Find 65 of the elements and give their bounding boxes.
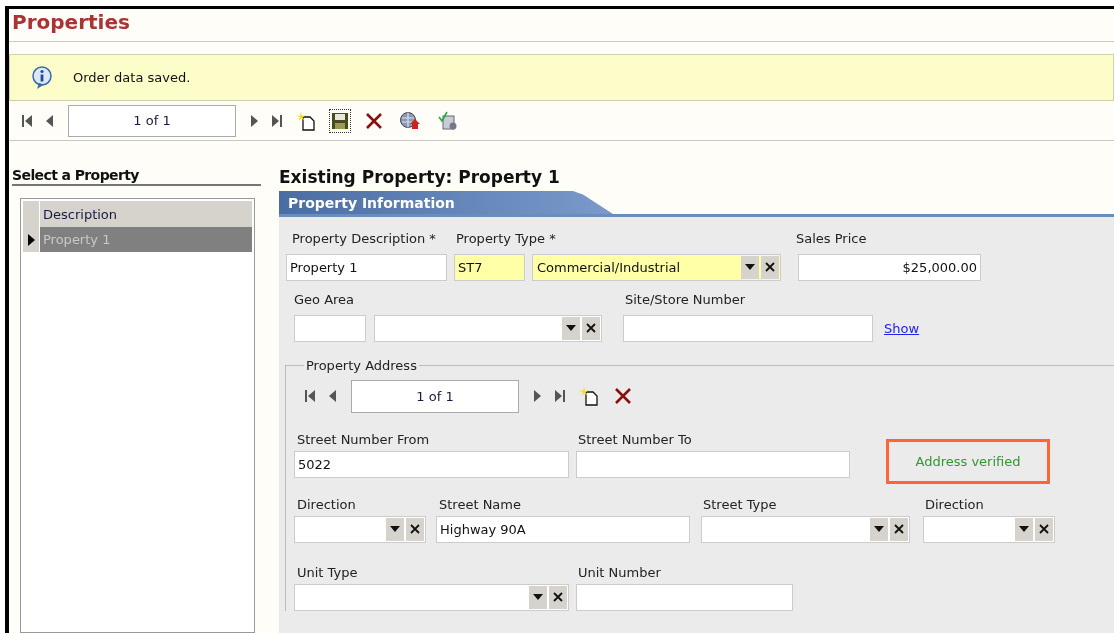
- clear-icon: [410, 524, 420, 534]
- detail-heading: Existing Property: Property 1: [279, 167, 561, 189]
- field-label: Geo Area: [294, 292, 356, 307]
- dropdown-button[interactable]: [1015, 517, 1033, 541]
- street-number-to-field[interactable]: [576, 450, 850, 478]
- caret-icon: [533, 594, 543, 600]
- show-link[interactable]: Show: [884, 320, 920, 336]
- field-label: Sales Price: [796, 231, 867, 246]
- clear-button[interactable]: [890, 517, 908, 541]
- dropdown-button[interactable]: [741, 255, 759, 279]
- type-code-field[interactable]: ST7: [454, 253, 525, 281]
- clear-button[interactable]: [582, 316, 600, 340]
- field-label: Unit Number: [578, 565, 661, 580]
- record-position-field[interactable]: 1 of 1: [68, 104, 236, 137]
- group-legend: Property Address: [304, 358, 419, 373]
- clear-icon: [553, 592, 563, 602]
- field-label: Direction: [297, 497, 357, 512]
- save-button[interactable]: [330, 109, 350, 132]
- current-row-icon: [27, 233, 35, 246]
- clear-button[interactable]: [1035, 517, 1053, 541]
- field-label: Site/Store Number: [625, 292, 746, 307]
- caret-icon: [874, 526, 884, 532]
- description-field[interactable]: Property 1: [286, 253, 447, 281]
- message-text: Order data saved.: [73, 70, 191, 85]
- sales-price-field[interactable]: $25,000.00: [798, 253, 981, 281]
- field-label: Property Description *: [292, 231, 437, 246]
- panel-title: Select a Property: [12, 167, 261, 186]
- clear-icon: [894, 524, 904, 534]
- unit-number-field[interactable]: [576, 583, 793, 611]
- grid-corner: [23, 201, 40, 227]
- clear-icon: [586, 323, 596, 333]
- dropdown-button[interactable]: [386, 517, 404, 541]
- field-label: Unit Type: [297, 565, 359, 580]
- street-number-from-field[interactable]: 5022: [294, 450, 569, 478]
- field-label: Street Name: [439, 497, 522, 512]
- column-header[interactable]: Description: [40, 201, 252, 227]
- street-name-field[interactable]: Highway 90A: [436, 515, 690, 543]
- globe-icon[interactable]: [398, 109, 422, 132]
- caret-icon: [745, 264, 755, 270]
- info-icon: [31, 65, 53, 90]
- clear-icon: [765, 262, 775, 272]
- dropdown-button[interactable]: [870, 517, 888, 541]
- direction-dropdown[interactable]: [923, 515, 1055, 543]
- geo-area-code-field[interactable]: [294, 314, 366, 342]
- field-label: Property Type *: [456, 231, 557, 246]
- type-dropdown[interactable]: Commercial/Industrial: [532, 253, 781, 281]
- field-label: Street Type: [703, 497, 778, 512]
- field-label: Street Number To: [578, 432, 692, 447]
- caret-icon: [1019, 526, 1029, 532]
- section-tab[interactable]: Property Information: [279, 191, 613, 214]
- verification-status: Address verified: [886, 439, 1050, 484]
- clear-button[interactable]: [761, 255, 779, 279]
- clear-icon: [1039, 524, 1049, 534]
- dropdown-button[interactable]: [529, 585, 547, 609]
- dropdown-button[interactable]: [562, 316, 580, 340]
- address-position-field[interactable]: 1 of 1: [351, 379, 519, 413]
- field-label: Street Number From: [297, 432, 431, 447]
- page-title: Properties: [12, 10, 130, 34]
- direction-dropdown[interactable]: [294, 515, 426, 543]
- clear-button[interactable]: [406, 517, 424, 541]
- clear-button[interactable]: [549, 585, 567, 609]
- caret-icon: [390, 526, 400, 532]
- caret-icon: [566, 325, 576, 331]
- field-label: Direction: [925, 497, 984, 512]
- site-number-field[interactable]: [623, 314, 873, 342]
